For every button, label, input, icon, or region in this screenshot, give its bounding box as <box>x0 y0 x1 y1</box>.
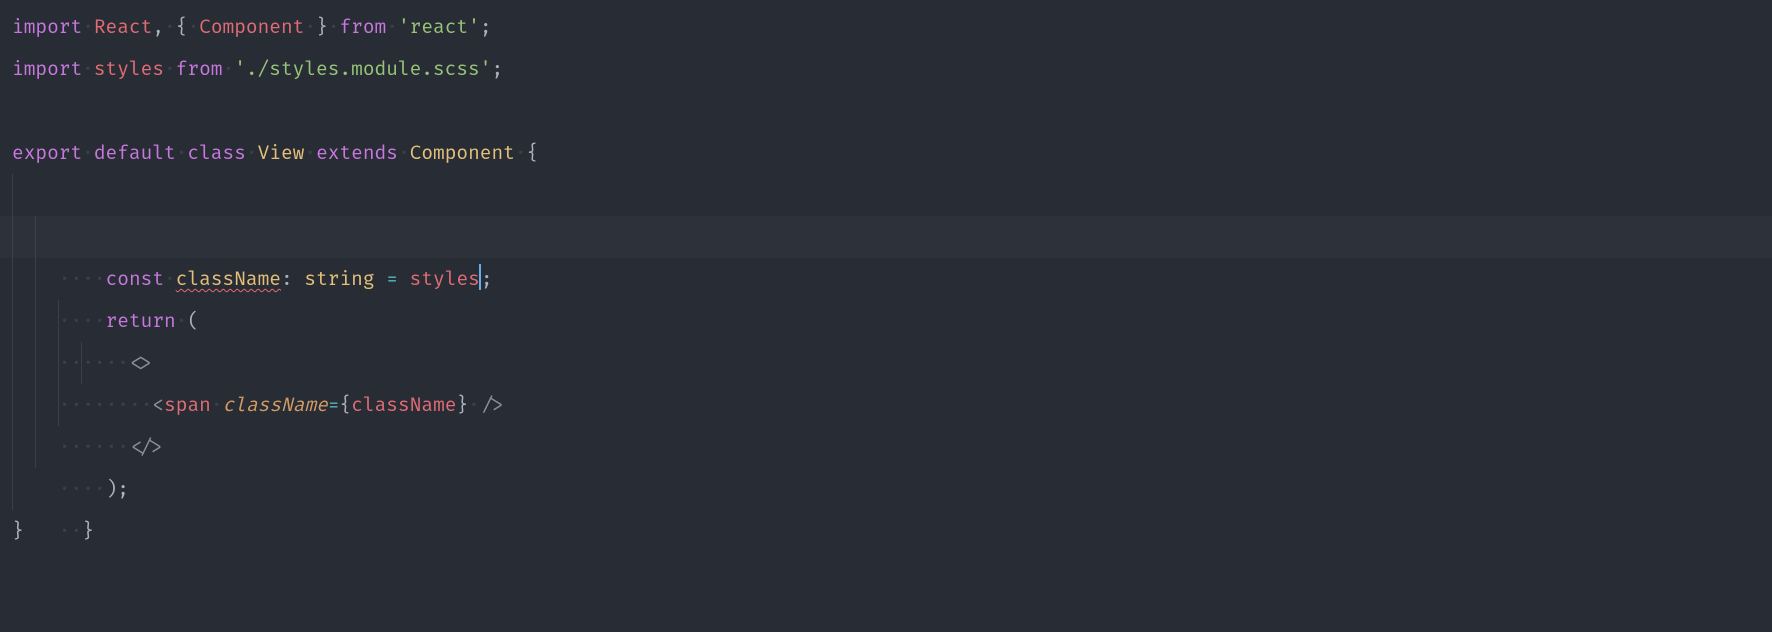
code-line[interactable]: } <box>0 510 1772 552</box>
keyword-default: default <box>94 141 176 165</box>
keyword-import: import <box>12 57 82 81</box>
string-styles-path: './styles.module.scss' <box>234 57 491 81</box>
code-line[interactable]: export·default·class·View·extends·Compon… <box>0 132 1772 174</box>
semicolon: ; <box>480 15 492 39</box>
class-name-view: View <box>258 141 305 165</box>
brace-open: { <box>176 15 188 39</box>
whitespace-dot: · <box>164 15 176 39</box>
whitespace-dot: · <box>223 57 235 81</box>
whitespace-dot: · <box>82 141 94 165</box>
whitespace-dot: · <box>304 15 316 39</box>
code-line[interactable]: import·styles·from·'./styles.module.scss… <box>0 48 1772 90</box>
keyword-export: export <box>12 141 82 165</box>
code-line[interactable]: ··render·()·{ <box>0 174 1772 216</box>
semicolon: ; <box>491 57 503 81</box>
code-line[interactable]: ····return·( <box>0 258 1772 300</box>
whitespace-dot: · <box>515 141 527 165</box>
class-name-component: Component <box>410 141 515 165</box>
whitespace-dot: · <box>164 57 176 81</box>
whitespace-dot: · <box>328 15 340 39</box>
code-line[interactable]: ······</> <box>0 384 1772 426</box>
brace-open: { <box>527 141 539 165</box>
code-line-blank[interactable] <box>0 90 1772 132</box>
brace-close: } <box>12 519 24 543</box>
keyword-from: from <box>176 57 223 81</box>
identifier-react: React <box>94 15 152 39</box>
brace-close: } <box>316 15 328 39</box>
keyword-from: from <box>339 15 386 39</box>
code-line[interactable]: import·React,·{·Component·}·from·'react'… <box>0 6 1772 48</box>
whitespace-dot: · <box>246 141 258 165</box>
code-editor[interactable]: import·React,·{·Component·}·from·'react'… <box>0 0 1772 632</box>
whitespace-dot: · <box>398 141 410 165</box>
string-react: 'react' <box>398 15 480 39</box>
code-line[interactable]: ······<> <box>0 300 1772 342</box>
code-line[interactable]: ····); <box>0 426 1772 468</box>
identifier-component: Component <box>199 15 304 39</box>
code-line[interactable]: ········<span·className={className}·/> <box>0 342 1772 384</box>
comma: , <box>152 15 164 39</box>
keyword-extends: extends <box>316 141 398 165</box>
identifier-styles: styles <box>94 57 164 81</box>
keyword-class: class <box>187 141 245 165</box>
whitespace-dot: · <box>176 141 188 165</box>
whitespace-dot: · <box>82 15 94 39</box>
whitespace-dot: · <box>187 15 199 39</box>
whitespace-dot: · <box>82 57 94 81</box>
keyword-import: import <box>12 15 82 39</box>
code-line-active[interactable]: ····const·className: string = styles; <box>0 216 1772 258</box>
code-line[interactable]: ··} <box>0 468 1772 510</box>
whitespace-dot: · <box>304 141 316 165</box>
whitespace-dot: · <box>386 15 398 39</box>
